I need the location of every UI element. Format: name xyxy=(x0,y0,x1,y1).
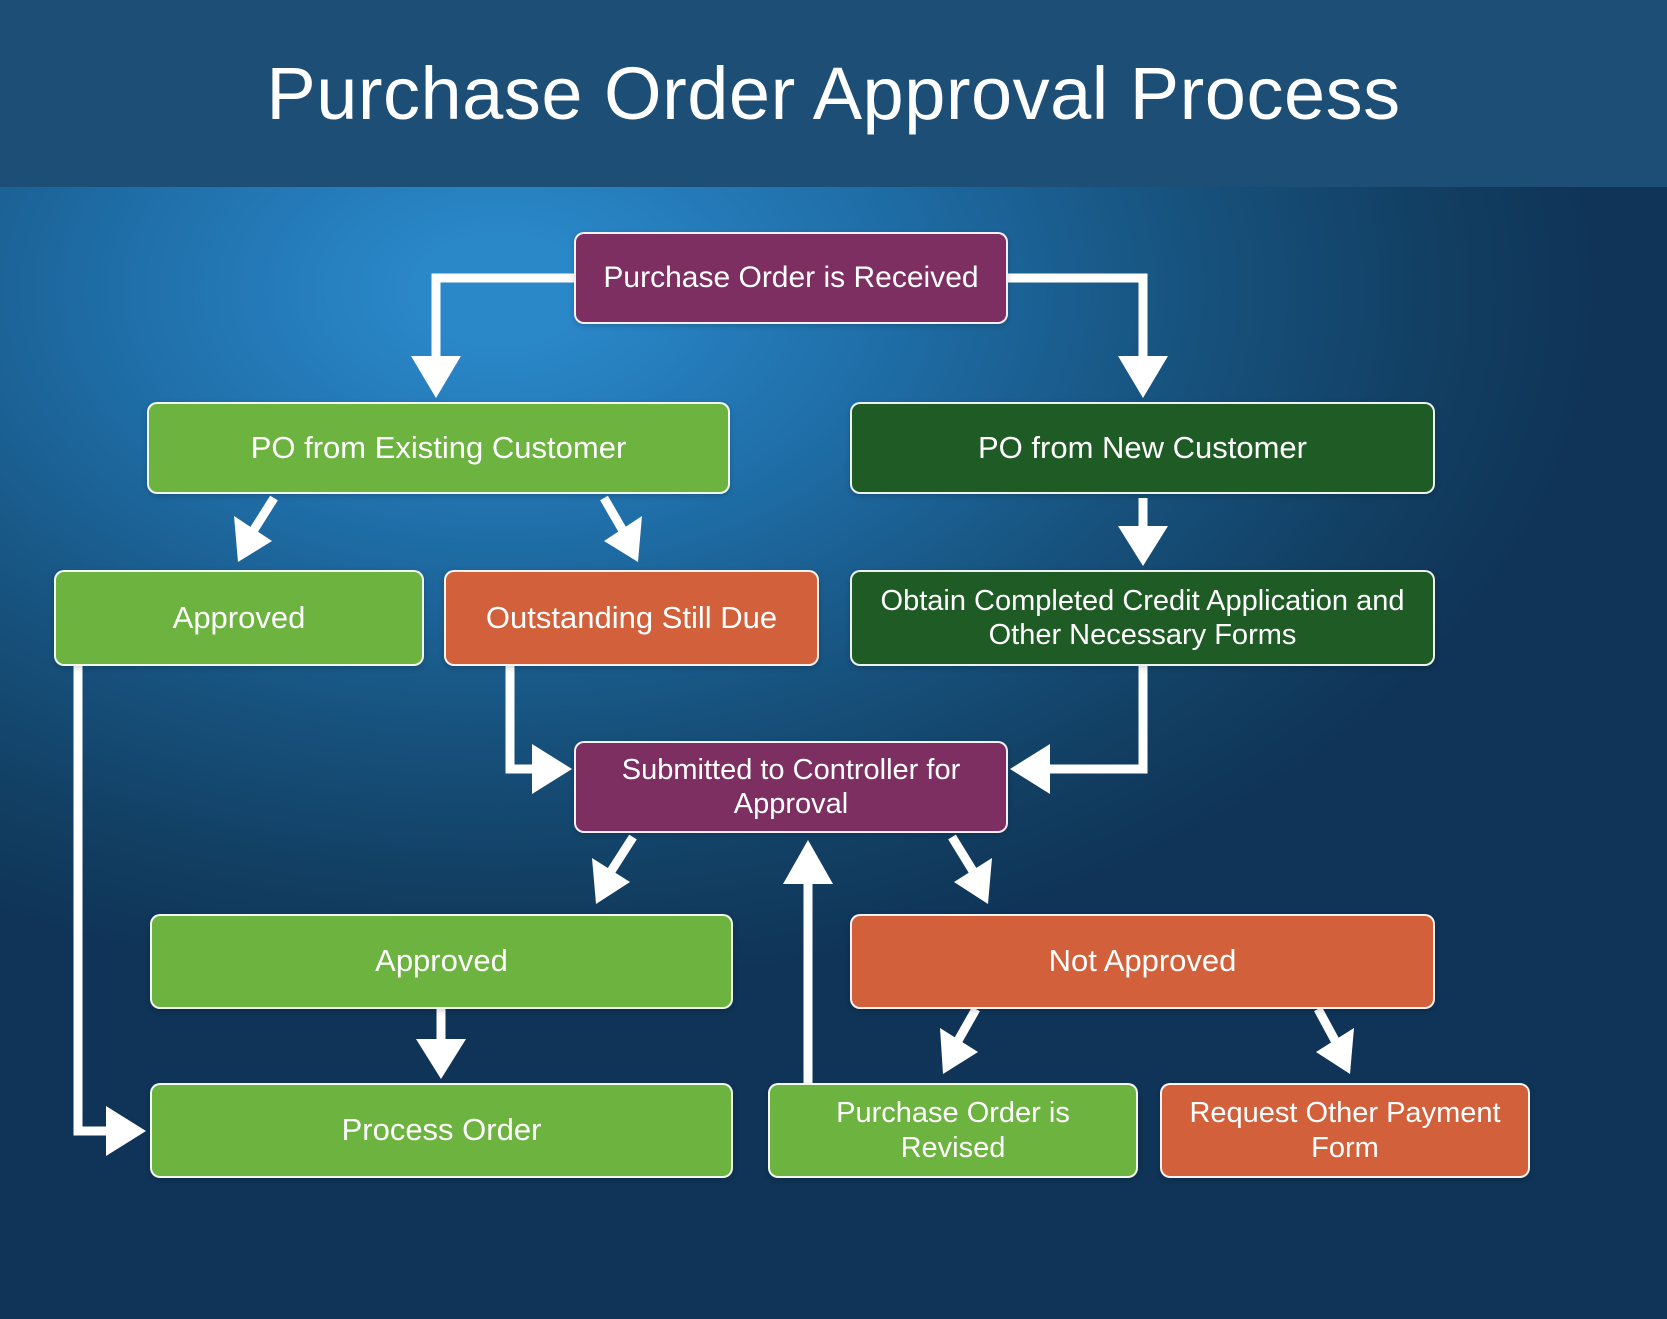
edge-existing-to-outstanding xyxy=(600,495,642,562)
node-label: PO from Existing Customer xyxy=(250,429,627,465)
node-label: Approved xyxy=(375,943,508,979)
page-title: Purchase Order Approval Process xyxy=(266,52,1401,135)
node-submitted-to-controller[interactable]: Submitted to Controller for Approval xyxy=(574,741,1008,833)
node-purchase-order-received[interactable]: Purchase Order is Received xyxy=(574,232,1008,324)
node-label: Purchase Order is Received xyxy=(603,261,979,295)
edge-approved-to-process-order xyxy=(416,1009,466,1079)
edge-approved1-to-process-order xyxy=(73,666,146,1156)
edge-submitted-to-not-approved xyxy=(948,834,992,904)
title-bar: Purchase Order Approval Process xyxy=(0,0,1667,187)
node-label: Process Order xyxy=(341,1112,542,1148)
edge-revised-to-submitted xyxy=(783,840,833,1083)
node-label: Submitted to Controller for Approval xyxy=(621,753,961,820)
edge-credit-app-to-submitted xyxy=(1010,666,1148,794)
edge-outstanding-to-submitted xyxy=(505,666,572,794)
node-label: Outstanding Still Due xyxy=(485,599,778,635)
edge-new-to-credit-app xyxy=(1118,498,1168,566)
node-po-from-existing-customer[interactable]: PO from Existing Customer xyxy=(147,402,730,494)
node-approved-controller[interactable]: Approved xyxy=(150,914,733,1009)
node-process-order[interactable]: Process Order xyxy=(150,1083,733,1178)
edge-submitted-to-approved xyxy=(592,834,637,904)
edge-received-to-existing xyxy=(411,273,574,398)
edge-not-approved-to-request-payment xyxy=(1314,1006,1354,1074)
node-label: Not Approved xyxy=(1048,943,1237,979)
node-obtain-credit-application[interactable]: Obtain Completed Credit Application and … xyxy=(850,570,1435,666)
flowchart-canvas: Purchase Order Approval Process Purchase… xyxy=(0,0,1667,1319)
node-label: Request Other Payment Form xyxy=(1189,1097,1501,1164)
edge-existing-to-approved xyxy=(234,495,278,562)
node-not-approved[interactable]: Not Approved xyxy=(850,914,1435,1009)
node-request-other-payment-form[interactable]: Request Other Payment Form xyxy=(1160,1083,1530,1178)
node-po-from-new-customer[interactable]: PO from New Customer xyxy=(850,402,1435,494)
node-label: Approved xyxy=(172,599,306,635)
node-label: PO from New Customer xyxy=(977,429,1307,465)
edge-received-to-new xyxy=(1008,273,1168,398)
node-purchase-order-revised[interactable]: Purchase Order is Revised xyxy=(768,1083,1138,1178)
node-label: Purchase Order is Revised xyxy=(836,1097,1070,1164)
node-label: Obtain Completed Credit Application and … xyxy=(880,584,1405,651)
node-outstanding-still-due[interactable]: Outstanding Still Due xyxy=(444,570,819,666)
node-approved-existing[interactable]: Approved xyxy=(54,570,424,666)
edge-not-approved-to-revised xyxy=(940,1006,980,1074)
